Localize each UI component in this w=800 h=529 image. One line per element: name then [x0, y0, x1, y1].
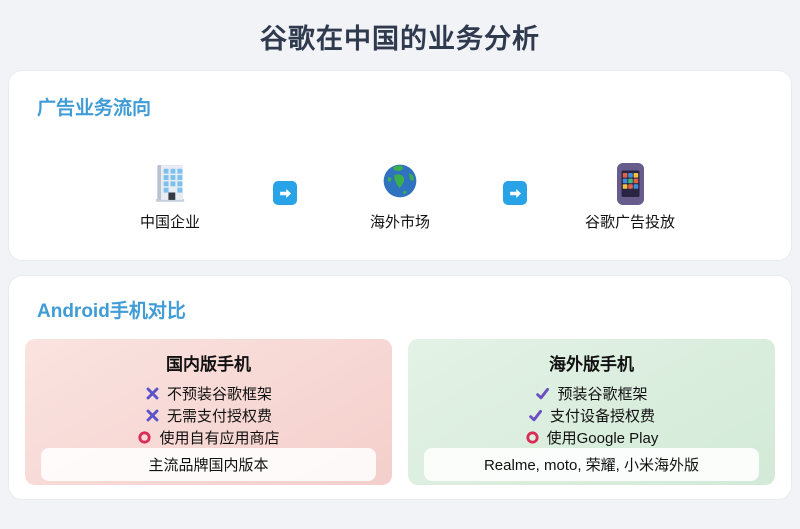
panel-item-list: 预装谷歌框架 支付设备授权费 使用Google Play — [424, 382, 759, 448]
list-item-text: 使用自有应用商店 — [159, 429, 280, 447]
ad-flow-heading: 广告业务流向 — [37, 98, 152, 119]
list-item-text: 支付设备授权费 — [549, 407, 655, 425]
circle-icon — [137, 430, 152, 445]
flow-step-overseas-market: 海外市场 — [297, 162, 503, 232]
cross-icon — [145, 408, 160, 423]
list-item-text: 不预装谷歌框架 — [166, 385, 272, 403]
globe-icon — [381, 162, 419, 204]
check-icon — [535, 386, 550, 401]
flow-step-label: 中国企业 — [139, 214, 200, 231]
ad-flow-card: 广告业务流向 中国企业 海外市场 谷歌广告投放 — [8, 70, 792, 261]
list-item: 支付设备授权费 — [424, 404, 759, 426]
cross-icon — [145, 386, 160, 401]
right-arrow-icon — [503, 181, 527, 205]
page-title: 谷歌在中国的业务分析 — [260, 24, 540, 54]
check-icon — [528, 408, 543, 423]
panel-footer-note: 主流品牌国内版本 — [41, 448, 376, 481]
panel-item-list: 不预装谷歌框架 无需支付授权费 使用自有应用商店 — [41, 382, 376, 448]
list-item: 不预装谷歌框架 — [41, 382, 376, 404]
list-item: 无需支付授权费 — [41, 404, 376, 426]
list-item-text: 预装谷歌框架 — [557, 385, 648, 403]
right-arrow-icon — [273, 181, 297, 205]
comparison-panels: 国内版手机 不预装谷歌框架 无需支付授权费 使用自有应用商店 主流品牌国内版本 … — [25, 339, 775, 485]
list-item: 使用自有应用商店 — [41, 426, 376, 448]
flow-step-label: 谷歌广告投放 — [584, 214, 675, 231]
flow-step-google-ads: 谷歌广告投放 — [527, 162, 733, 232]
flow-step-china-companies: 中国企业 — [67, 162, 273, 232]
circle-icon — [525, 430, 540, 445]
list-item-text: 使用Google Play — [546, 429, 659, 447]
panel-footer-note: Realme, moto, 荣耀, 小米海外版 — [424, 448, 759, 481]
ad-flow-diagram: 中国企业 海外市场 谷歌广告投放 — [37, 162, 763, 232]
office-building-icon — [151, 162, 189, 204]
panel-title: 国内版手机 — [166, 355, 251, 374]
panel-title: 海外版手机 — [549, 355, 634, 374]
mobile-phone-apps-icon — [615, 162, 646, 205]
android-comparison-heading: Android手机对比 — [37, 301, 186, 322]
android-comparison-card: Android手机对比 国内版手机 不预装谷歌框架 无需支付授权费 使用自有应用… — [8, 275, 792, 500]
list-item: 预装谷歌框架 — [424, 382, 759, 404]
panel-overseas-phones: 海外版手机 预装谷歌框架 支付设备授权费 使用Google Play Realm… — [408, 339, 775, 485]
list-item: 使用Google Play — [424, 426, 759, 448]
flow-step-label: 海外市场 — [369, 214, 430, 231]
panel-domestic-phones: 国内版手机 不预装谷歌框架 无需支付授权费 使用自有应用商店 主流品牌国内版本 — [25, 339, 392, 485]
list-item-text: 无需支付授权费 — [166, 407, 272, 425]
